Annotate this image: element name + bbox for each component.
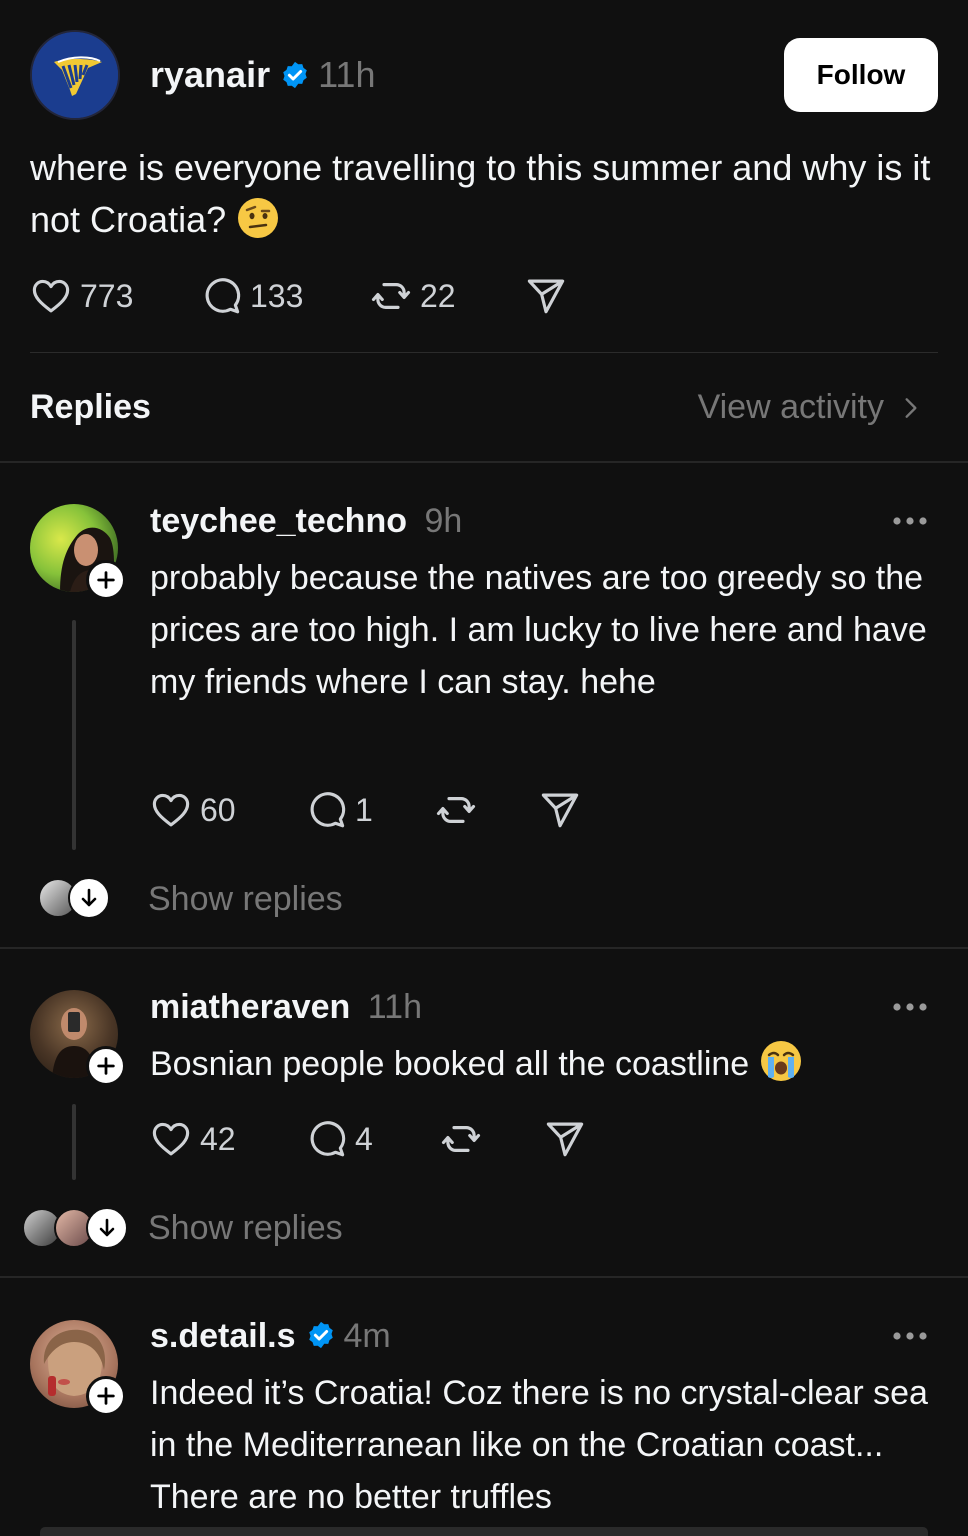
like-count: 42 — [200, 1120, 236, 1157]
share-button[interactable] — [539, 789, 581, 831]
follow-plus-icon[interactable] — [86, 560, 126, 600]
replies-divider — [0, 461, 968, 463]
repost-icon — [371, 283, 411, 309]
reply-author: miatheraven 11h — [150, 988, 422, 1027]
reply-username[interactable]: teychee_techno — [150, 502, 407, 540]
reply-username[interactable]: s.detail.s — [150, 1317, 296, 1355]
reply-text: Indeed it’s Croatia! Coz there is no cry… — [150, 1374, 928, 1516]
replies-heading: Replies — [30, 388, 151, 426]
comment-count: 1 — [355, 791, 373, 828]
chevron-right-icon — [905, 397, 917, 418]
more-options-icon[interactable] — [892, 1001, 928, 1013]
thread-line — [72, 1104, 76, 1180]
share-button[interactable] — [525, 275, 567, 317]
reply-divider — [0, 947, 968, 949]
send-icon — [541, 793, 579, 828]
reply-author: s.detail.s 4m — [150, 1317, 391, 1356]
comment-bubble-icon — [310, 1121, 346, 1157]
post-username[interactable]: ryanair — [150, 54, 270, 95]
arrow-down-icon[interactable] — [68, 877, 110, 919]
show-replies-link[interactable]: Show replies — [148, 1209, 343, 1248]
follow-button[interactable]: Follow — [784, 38, 938, 112]
share-button[interactable] — [544, 1118, 586, 1160]
send-icon — [527, 279, 565, 314]
heart-icon — [152, 793, 190, 827]
show-replies-link[interactable]: Show replies — [148, 880, 343, 919]
follow-plus-icon[interactable] — [86, 1376, 126, 1416]
more-options-icon[interactable] — [892, 515, 928, 527]
loudly-crying-face-emoji-icon — [760, 1041, 801, 1081]
send-icon — [546, 1122, 584, 1157]
repost-button[interactable] — [435, 789, 539, 831]
reply-body: Bosnian people booked all the coastline — [150, 1038, 930, 1090]
reply-author: teychee_techno 9h — [150, 502, 462, 541]
thread-line — [72, 620, 76, 850]
repost-count: 22 — [420, 277, 456, 314]
comment-bubble-icon — [310, 792, 346, 828]
comment-button[interactable]: 4 — [305, 1118, 440, 1160]
reply-actions: 42 4 — [150, 1117, 586, 1161]
reply-divider — [0, 1276, 968, 1278]
post-text: where is everyone travelling to this sum… — [30, 147, 931, 240]
harp-logo-icon — [32, 32, 118, 118]
reply-actions: 60 1 — [150, 788, 581, 832]
follow-plus-icon[interactable] — [86, 1046, 126, 1086]
like-button[interactable]: 42 — [150, 1118, 305, 1160]
like-button[interactable]: 773 — [30, 275, 200, 317]
verified-badge-icon — [308, 1321, 333, 1349]
post-author: ryanair 11h — [150, 54, 375, 96]
like-count: 60 — [200, 791, 236, 828]
heart-icon — [32, 279, 70, 313]
post-actions: 773 133 22 — [30, 274, 567, 318]
arrow-down-icon[interactable] — [86, 1207, 128, 1249]
repost-button[interactable] — [440, 1118, 544, 1160]
post-header: ryanair 11h Follow — [30, 30, 938, 120]
view-activity-link[interactable]: View activity — [698, 388, 924, 427]
repost-button[interactable]: 22 — [370, 275, 525, 317]
comment-button[interactable]: 1 — [305, 789, 435, 831]
post-body: where is everyone travelling to this sum… — [30, 142, 940, 246]
reply-text: Bosnian people booked all the coastline — [150, 1045, 750, 1083]
comment-count: 133 — [250, 277, 304, 314]
more-options-icon[interactable] — [892, 1330, 928, 1342]
reply-timestamp: 9h — [424, 502, 463, 540]
repost-icon — [441, 1126, 481, 1152]
comment-button[interactable]: 133 — [200, 275, 370, 317]
reply-timestamp: 4m — [343, 1317, 391, 1355]
post-timestamp: 11h — [318, 54, 376, 95]
bottom-bar — [40, 1527, 928, 1536]
like-count: 773 — [80, 277, 134, 314]
heart-icon — [152, 1122, 190, 1156]
comment-count: 4 — [355, 1120, 373, 1157]
face-with-raised-eyebrow-emoji-icon — [238, 198, 279, 238]
threads-post-page: ryanair 11h Follow where is everyone tra… — [0, 0, 968, 1536]
reply-text: probably because the natives are too gre… — [150, 559, 927, 701]
repost-icon — [436, 797, 476, 823]
view-activity-label: View activity — [697, 388, 884, 426]
comment-bubble-icon — [205, 278, 241, 314]
post-divider — [30, 352, 938, 353]
ryanair-logo-avatar[interactable] — [30, 30, 120, 120]
reply-username[interactable]: miatheraven — [150, 988, 350, 1026]
reply-timestamp: 11h — [367, 988, 422, 1026]
like-button[interactable]: 60 — [150, 789, 305, 831]
verified-badge-icon — [283, 61, 307, 89]
